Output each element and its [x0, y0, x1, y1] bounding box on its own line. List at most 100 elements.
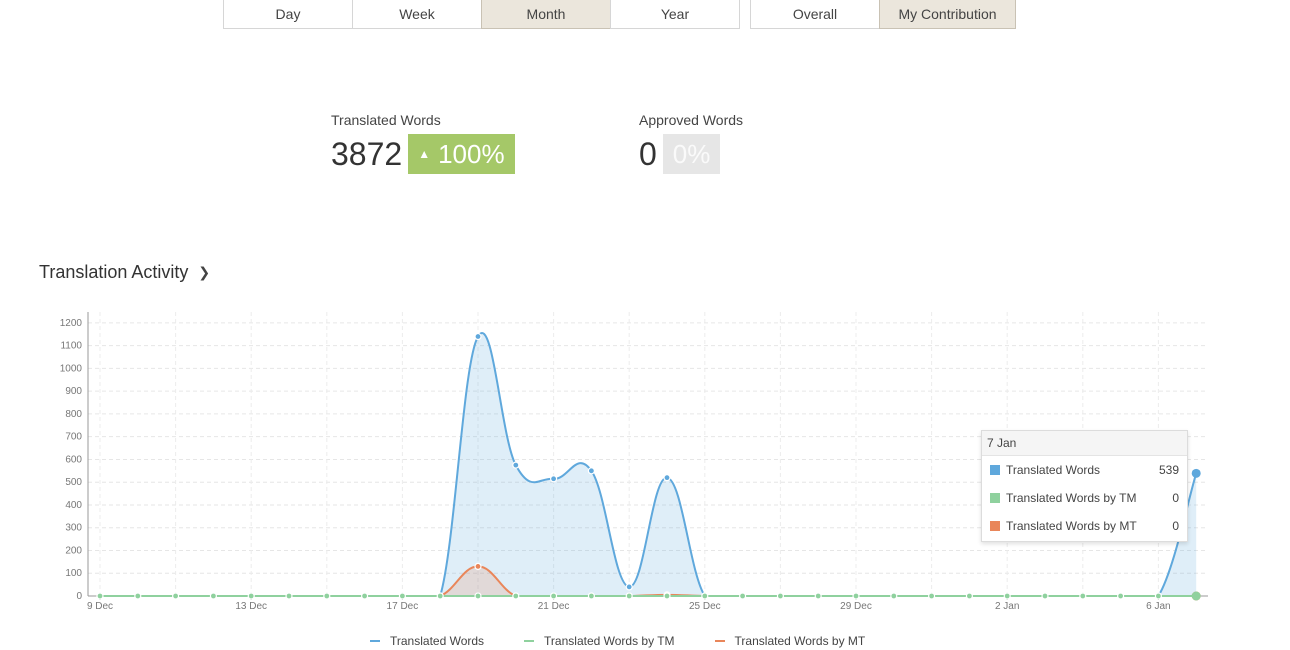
legend-item-mt[interactable]: Translated Words by MT [714, 634, 866, 648]
tooltip-series-value: 539 [1158, 463, 1179, 477]
data-point [549, 475, 558, 483]
data-point [663, 474, 671, 482]
data-point [512, 461, 520, 469]
x-tick-label: 13 Dec [235, 601, 267, 612]
legend-line-icon [370, 640, 380, 642]
data-point [701, 592, 709, 600]
data-point [776, 592, 785, 600]
data-point [172, 592, 180, 600]
y-tick-label: 1000 [60, 363, 83, 374]
legend-line-icon [714, 640, 725, 642]
x-tick-label: 17 Dec [387, 601, 419, 612]
period-tabs: Day Week Month Year [223, 0, 740, 29]
tooltip-series-name: Translated Words by TM [1006, 491, 1137, 505]
translated-words-value: 3872 [331, 135, 403, 172]
approved-words-label: Approved Words [639, 112, 744, 128]
tooltip-series-name: Translated Words [1006, 463, 1101, 477]
data-point [474, 332, 482, 341]
y-tick-label: 1200 [60, 318, 83, 329]
y-tick-label: 700 [65, 432, 82, 443]
y-tick-label: 900 [65, 386, 82, 397]
tooltip-series-value: 0 [1172, 519, 1179, 533]
approved-words-value: 0 [639, 135, 657, 172]
data-point [1116, 592, 1125, 600]
legend-label: Translated Words [390, 634, 485, 648]
data-point [965, 592, 974, 600]
data-point [134, 592, 142, 600]
tab-my-contribution[interactable]: My Contribution [879, 0, 1016, 29]
data-point [209, 592, 217, 600]
scope-tabs: Overall My Contribution [750, 0, 1016, 29]
x-tick-label: 2 Jan [995, 601, 1019, 612]
translated-words-label: Translated Words [331, 112, 441, 128]
data-point [738, 592, 747, 600]
x-tick-label: 25 Dec [689, 601, 721, 612]
legend-item-translated[interactable]: Translated Words [370, 634, 484, 648]
legend-label: Translated Words by TM [544, 634, 675, 648]
data-point [549, 592, 558, 600]
x-tick-label: 6 Jan [1146, 601, 1170, 612]
legend-label: Translated Words by MT [734, 634, 866, 648]
legend-item-tm[interactable]: Translated Words by TM [524, 634, 675, 648]
data-point [587, 592, 596, 600]
tooltip-series-name: Translated Words by MT [1006, 519, 1137, 533]
tooltip-swatch [990, 493, 1000, 503]
data-point [474, 562, 482, 571]
tab-year[interactable]: Year [610, 0, 740, 29]
approved-words-change: 0% [672, 138, 711, 169]
data-point [625, 583, 633, 591]
tab-day[interactable]: Day [223, 0, 353, 29]
y-tick-label: 400 [65, 500, 82, 511]
data-point [852, 592, 860, 600]
chart-tooltip: 7 Jan Translated Words 539 Translated Wo… [981, 430, 1188, 542]
x-tick-label: 21 Dec [538, 601, 570, 612]
data-point [1079, 592, 1087, 600]
y-tick-label: 500 [65, 477, 82, 488]
data-point [625, 592, 633, 600]
data-point [890, 592, 898, 600]
data-point [1191, 468, 1201, 478]
data-point [398, 592, 406, 600]
data-point [247, 592, 255, 600]
tooltip-row: Translated Words 539 [982, 456, 1187, 484]
translated-words-stat: Translated Words 3872 ▲ 100% [331, 112, 515, 174]
translation-activity-toggle[interactable]: Translation Activity ❯ [39, 262, 210, 283]
y-tick-label: 0 [76, 591, 82, 602]
x-tick-label: 29 Dec [840, 601, 872, 612]
data-point [436, 592, 444, 600]
y-tick-label: 1100 [60, 341, 82, 352]
tab-week[interactable]: Week [352, 0, 482, 29]
y-tick-label: 800 [65, 409, 82, 420]
data-point [1003, 592, 1011, 600]
x-tick-label: 9 Dec [87, 601, 113, 612]
data-point [361, 592, 369, 600]
tab-month[interactable]: Month [481, 0, 611, 29]
tooltip-row: Translated Words by TM 0 [982, 484, 1187, 512]
data-point [474, 592, 482, 600]
data-point [285, 592, 293, 600]
tab-overall[interactable]: Overall [750, 0, 880, 29]
tooltip-date: 7 Jan [982, 431, 1187, 456]
data-point [512, 592, 520, 600]
approved-words-change-badge: 0% [662, 134, 721, 174]
approved-words-stat: Approved Words 0 0% [639, 112, 743, 174]
tooltip-series-value: 0 [1172, 491, 1179, 505]
data-point [1041, 592, 1049, 600]
tooltip-swatch [990, 521, 1000, 531]
data-point [96, 592, 104, 600]
data-point [814, 592, 822, 600]
y-tick-label: 100 [65, 568, 82, 579]
translated-words-change: 100% [438, 138, 505, 169]
tooltip-swatch [990, 465, 1000, 475]
data-point [1191, 591, 1201, 601]
data-point [587, 467, 596, 475]
y-tick-label: 300 [65, 523, 82, 534]
section-title: Translation Activity [39, 262, 189, 282]
data-point [663, 592, 671, 600]
translated-words-change-badge: ▲ 100% [408, 134, 515, 174]
data-point [323, 592, 331, 600]
data-point [1154, 592, 1163, 600]
y-tick-label: 600 [65, 454, 82, 465]
y-tick-label: 200 [65, 545, 82, 556]
data-point [927, 592, 936, 600]
